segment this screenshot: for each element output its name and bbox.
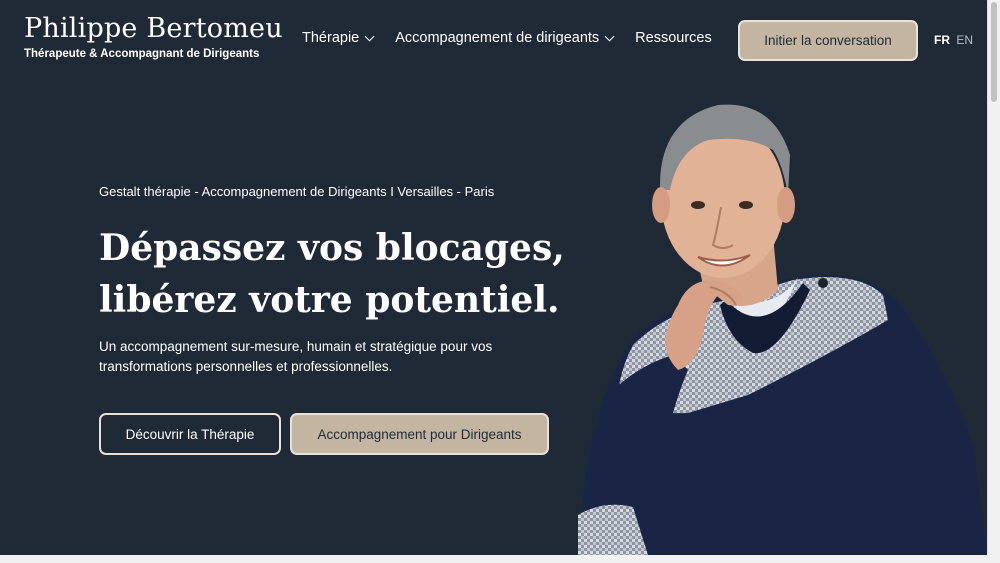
page: Philippe Bertomeu Thérapeute & Accompagn… — [0, 0, 988, 555]
vertical-scrollbar[interactable] — [987, 0, 1000, 563]
language-switcher: FR EN — [934, 33, 973, 47]
hero-headline: Dépassez vos blocages, libérez votre pot… — [99, 222, 565, 326]
hero-kicker: Gestalt thérapie - Accompagnement de Dir… — [99, 184, 495, 199]
leaders-coaching-button[interactable]: Accompagnement pour Dirigeants — [290, 413, 549, 455]
discover-therapy-button[interactable]: Découvrir la Thérapie — [99, 413, 281, 455]
lang-en-link[interactable]: EN — [956, 33, 973, 47]
hero-lead: Un accompagnement sur-mesure, humain et … — [99, 339, 493, 374]
brand-logo[interactable]: Philippe Bertomeu Thérapeute & Accompagn… — [24, 12, 283, 60]
nav-item-ressources[interactable]: Ressources — [635, 30, 712, 46]
main-nav: Thérapie Accompagnement de dirigeants Re… — [302, 30, 734, 46]
nav-item-label: Thérapie — [302, 30, 360, 46]
chevron-down-icon — [364, 31, 375, 41]
headline-line-2: libérez votre potentiel. — [99, 279, 560, 321]
nav-item-label: Accompagnement de dirigeants — [395, 30, 600, 46]
scrollbar-thumb[interactable] — [991, 2, 997, 102]
nav-item-accompagnement[interactable]: Accompagnement de dirigeants — [395, 30, 615, 46]
brand-tagline: Thérapeute & Accompagnant de Dirigeants — [24, 48, 260, 60]
nav-item-therapie[interactable]: Thérapie — [302, 30, 375, 46]
nav-item-label: Ressources — [635, 30, 712, 46]
lang-fr-link[interactable]: FR — [934, 33, 950, 47]
chevron-down-icon — [604, 31, 615, 41]
initiate-conversation-button[interactable]: Initier la conversation — [738, 20, 918, 61]
portrait-photo — [578, 104, 988, 555]
brand-name: Philippe Bertomeu — [24, 13, 283, 44]
horizontal-scrollbar[interactable] — [0, 555, 988, 563]
headline-line-1: Dépassez vos blocages, — [99, 227, 565, 269]
